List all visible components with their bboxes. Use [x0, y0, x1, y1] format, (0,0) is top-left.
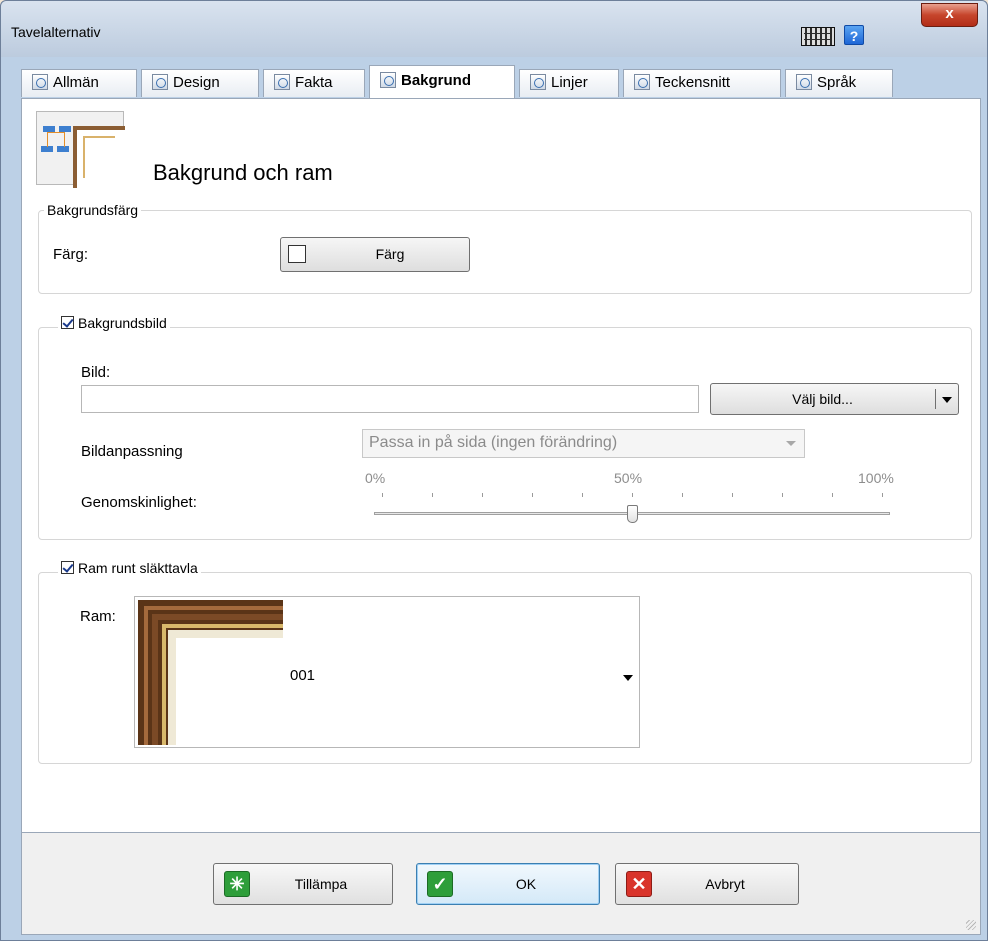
- tab-label: Teckensnitt: [655, 74, 731, 91]
- window-title: Tavelalternativ: [11, 24, 101, 40]
- choose-image-button-label: Välj bild...: [792, 391, 853, 407]
- tab-label: Fakta: [295, 74, 333, 91]
- keyboard-icon[interactable]: [801, 27, 835, 46]
- frame-checkbox-box[interactable]: [61, 561, 74, 575]
- font-icon: [634, 73, 650, 90]
- color-label: Färg:: [53, 246, 89, 263]
- image-fit-label: Bildanpassning: [81, 443, 183, 460]
- frame-label: Ram:: [80, 608, 116, 625]
- frame-checkbox-label: Ram runt släkttavla: [78, 560, 198, 576]
- transparency-slider-thumb[interactable]: [627, 505, 638, 523]
- tab-label: Design: [173, 74, 220, 91]
- image-fit-value: Passa in på sida (ingen förändring): [369, 434, 618, 451]
- frame-select[interactable]: 001: [134, 596, 640, 748]
- tab-design[interactable]: Design: [141, 69, 259, 97]
- frame-checkbox[interactable]: Ram runt släkttavla: [58, 560, 201, 576]
- background-image-checkbox-box[interactable]: [61, 316, 74, 330]
- chevron-down-icon: [786, 441, 796, 446]
- slider-tick: [732, 493, 733, 497]
- slider-tick: [682, 493, 683, 497]
- tab-linjer[interactable]: Linjer: [519, 69, 619, 97]
- cancel-button[interactable]: ✕ Avbryt: [615, 863, 799, 905]
- color-button[interactable]: Färg: [280, 237, 470, 272]
- lines-icon: [530, 73, 546, 90]
- help-button[interactable]: ?: [844, 25, 864, 45]
- chevron-down-icon[interactable]: [942, 397, 952, 403]
- tab-teckensnitt[interactable]: Teckensnitt: [623, 69, 781, 97]
- slider-tick: [832, 493, 833, 497]
- tab-bakgrund[interactable]: Bakgrund: [369, 65, 515, 98]
- slider-tick: [432, 493, 433, 497]
- chevron-down-icon[interactable]: [623, 675, 633, 681]
- resize-grip[interactable]: [966, 920, 976, 930]
- dialog-footer: ✳ Tillämpa ✓ OK ✕ Avbryt: [21, 833, 981, 935]
- background-color-group-label: Bakgrundsfärg: [44, 202, 142, 218]
- frame-preview-image: [138, 600, 283, 745]
- transparency-label: Genomskinlighet:: [81, 494, 197, 511]
- slider-tick: [632, 493, 633, 497]
- tab-sprak[interactable]: Språk: [785, 69, 893, 97]
- background-frame-icon: [36, 111, 125, 188]
- tab-label: Språk: [817, 74, 857, 91]
- slider-tick: [532, 493, 533, 497]
- checkmark-icon: ✓: [427, 871, 453, 897]
- tab-allman[interactable]: Allmän: [21, 69, 137, 97]
- image-path-input[interactable]: [81, 385, 699, 413]
- slider-tick: [482, 493, 483, 497]
- image-label: Bild:: [81, 364, 111, 381]
- scale-max-label: 100%: [858, 470, 894, 486]
- cancel-button-label: Avbryt: [705, 876, 745, 892]
- close-button[interactable]: x: [921, 3, 978, 27]
- slider-tick: [882, 493, 883, 497]
- tab-label: Bakgrund: [401, 72, 472, 89]
- general-settings-icon: [32, 73, 48, 90]
- tab-content-panel: Bakgrund och ram Bakgrundsfärg Färg: Fär…: [21, 98, 981, 833]
- dialog-window: Tavelalternativ ? x Allmän Design Fakta …: [0, 0, 988, 941]
- background-image-checkbox[interactable]: Bakgrundsbild: [58, 315, 170, 331]
- color-button-label: Färg: [375, 246, 405, 262]
- apply-button[interactable]: ✳ Tillämpa: [213, 863, 393, 905]
- close-icon: ✕: [626, 871, 652, 897]
- scale-min-label: 0%: [365, 470, 386, 486]
- background-image-checkbox-label: Bakgrundsbild: [78, 315, 167, 331]
- title-bar[interactable]: Tavelalternativ ? x: [1, 1, 987, 57]
- slider-tick: [582, 493, 583, 497]
- apply-button-label: Tillämpa: [294, 876, 348, 892]
- apply-icon: ✳: [224, 871, 250, 897]
- background-icon: [380, 71, 396, 88]
- tab-label: Allmän: [53, 74, 99, 91]
- slider-tick: [382, 493, 383, 497]
- language-icon: [796, 73, 812, 90]
- ok-button-label: OK: [515, 876, 537, 892]
- tab-strip: Allmän Design Fakta Bakgrund Linjer Teck…: [21, 63, 981, 99]
- frame-value: 001: [290, 667, 316, 684]
- tab-label: Linjer: [551, 74, 588, 91]
- tab-fakta[interactable]: Fakta: [263, 69, 365, 97]
- design-preview-icon: [152, 73, 168, 90]
- slider-tick: [782, 493, 783, 497]
- color-swatch: [288, 245, 306, 263]
- facts-icon: [274, 73, 290, 90]
- page-title: Bakgrund och ram: [153, 160, 333, 185]
- ok-button[interactable]: ✓ OK: [416, 863, 600, 905]
- scale-mid-label: 50%: [614, 470, 643, 486]
- background-color-group: [38, 210, 972, 294]
- choose-image-button[interactable]: Välj bild...: [710, 383, 959, 415]
- image-fit-select[interactable]: Passa in på sida (ingen förändring): [362, 429, 805, 458]
